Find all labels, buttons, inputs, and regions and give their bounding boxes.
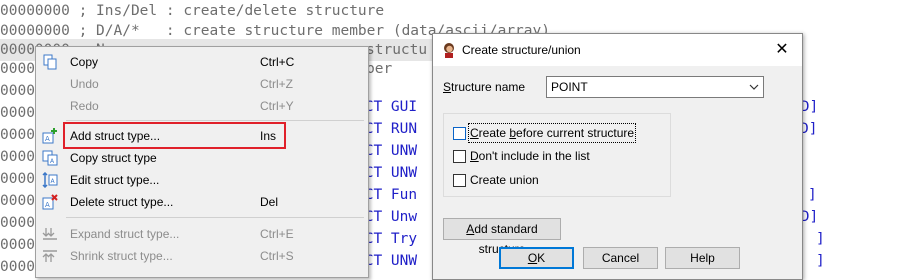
comment-text: ; Ins/Del : create/delete structure xyxy=(69,3,385,19)
copy-struct-icon: A xyxy=(42,150,58,166)
dont-include-checkbox[interactable]: Don't include in the list xyxy=(453,148,673,166)
dialog-titlebar[interactable]: Create structure/union ✕ xyxy=(433,34,802,66)
struct-suffix: ] xyxy=(808,187,817,203)
menu-shortcut: Del xyxy=(260,195,279,209)
checkbox-label: Don't include in the list xyxy=(470,149,590,163)
menu-shortcut: Ctrl+C xyxy=(260,55,295,69)
menu-item-edit-struct[interactable]: A Edit struct type... xyxy=(36,169,368,191)
menu-shortcut: Ctrl+Y xyxy=(260,99,294,113)
edit-struct-icon: A xyxy=(42,172,58,188)
shrink-icon xyxy=(42,250,57,262)
chevron-down-icon[interactable] xyxy=(749,82,759,92)
app-icon xyxy=(444,43,454,58)
comment-line-1: 00000000 ; Ins/Del : create/delete struc… xyxy=(0,0,384,22)
menu-item-copy[interactable]: Copy Ctrl+C xyxy=(36,51,368,73)
expand-icon xyxy=(42,228,57,240)
menu-item-shrink-struct[interactable]: Shrink struct type... Ctrl+S xyxy=(36,245,368,267)
copy-icon xyxy=(43,54,57,70)
ok-button[interactable]: OK xyxy=(499,247,574,269)
highlight-annotation xyxy=(63,122,286,149)
svg-text:A: A xyxy=(45,135,50,143)
create-union-checkbox[interactable]: Create union xyxy=(453,172,673,190)
close-button[interactable]: ✕ xyxy=(769,38,795,62)
add-standard-structure-button[interactable]: Add standard structure xyxy=(443,218,561,256)
menu-item-expand-struct[interactable]: Expand struct type... Ctrl+E xyxy=(36,223,368,245)
struct-suffix: ] xyxy=(816,231,825,247)
context-menu: Copy Ctrl+C Undo Ctrl+Z Redo Ctrl+Y A Ad… xyxy=(35,46,369,278)
delete-struct-icon: A xyxy=(42,194,58,210)
menu-label: Shrink struct type... xyxy=(70,249,173,263)
comment-fragment: ber xyxy=(366,61,393,77)
address: 00000000 xyxy=(0,23,70,39)
struct-suffix: ] xyxy=(816,253,825,269)
checkbox-label: Create union xyxy=(470,173,539,187)
menu-item-undo[interactable]: Undo Ctrl+Z xyxy=(36,73,368,95)
cancel-button[interactable]: Cancel xyxy=(583,247,658,269)
structure-name-label: Structure name xyxy=(443,80,526,94)
svg-text:A: A xyxy=(45,201,50,209)
checkbox-box[interactable] xyxy=(453,150,466,163)
checkbox-box[interactable] xyxy=(453,127,466,140)
menu-shortcut: Ctrl+E xyxy=(260,227,294,241)
help-button[interactable]: Help xyxy=(665,247,740,269)
menu-label: Expand struct type... xyxy=(70,227,180,241)
menu-separator xyxy=(66,120,364,121)
menu-label: Delete struct type... xyxy=(70,195,174,209)
menu-label: Redo xyxy=(70,99,99,113)
menu-item-delete-struct[interactable]: A Delete struct type... Del xyxy=(36,191,368,213)
menu-shortcut: Ctrl+Z xyxy=(260,77,293,91)
checkbox-label: Create before current structure xyxy=(467,123,637,143)
create-structure-dialog: Create structure/union ✕ Structure name … xyxy=(432,33,803,280)
menu-label: Copy struct type xyxy=(70,151,157,165)
add-struct-icon: A xyxy=(42,128,57,144)
create-before-checkbox[interactable]: Create before current structure xyxy=(453,123,673,143)
address: 00000000 xyxy=(0,3,70,19)
checkbox-box[interactable] xyxy=(453,174,466,187)
menu-item-redo[interactable]: Redo Ctrl+Y xyxy=(36,95,368,117)
menu-label: Undo xyxy=(70,77,99,91)
menu-separator xyxy=(66,217,364,218)
structure-name-value: POINT xyxy=(551,80,588,94)
menu-item-copy-struct[interactable]: A Copy struct type xyxy=(36,147,368,169)
menu-label: Edit struct type... xyxy=(70,173,160,187)
structure-name-combobox[interactable]: POINT xyxy=(546,76,764,98)
menu-shortcut: Ctrl+S xyxy=(260,249,294,263)
dialog-title: Create structure/union xyxy=(462,43,581,57)
menu-label: Copy xyxy=(70,55,99,69)
